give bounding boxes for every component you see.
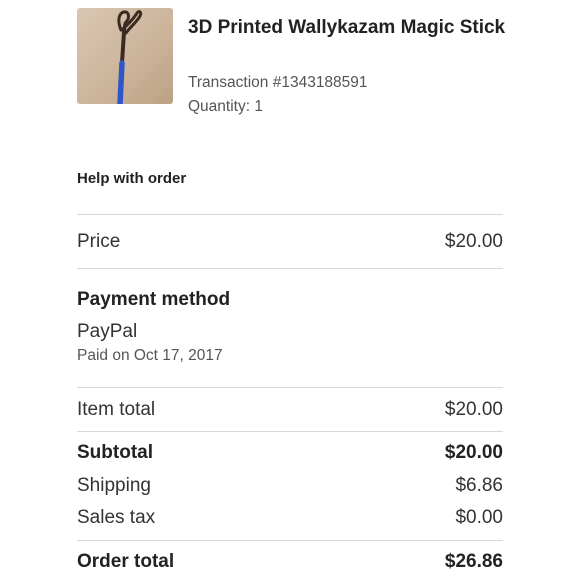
payment-method-value: PayPal (77, 321, 138, 342)
divider (77, 431, 503, 432)
sales-tax-value: $0.00 (455, 507, 503, 528)
shipping-value: $6.86 (455, 475, 503, 496)
subtotal-value: $20.00 (444, 442, 503, 463)
subtotal-row: Subtotal $20.00 (77, 440, 503, 466)
sales-tax-label: Sales tax (77, 507, 156, 528)
help-with-order-link[interactable]: Help with order (77, 170, 186, 187)
subtotal-label: Subtotal (77, 442, 153, 463)
transaction-number: Transaction #1343188591 (188, 74, 368, 91)
divider (77, 268, 503, 269)
order-total-label: Order total (77, 551, 175, 572)
order-total-value: $26.86 (444, 551, 503, 572)
order-total-row: Order total $26.86 (77, 549, 503, 575)
product-summary: 3D Printed Wallykazam Magic Stick Transa… (77, 8, 508, 115)
product-image[interactable] (77, 8, 173, 104)
quantity: Quantity: 1 (188, 98, 263, 115)
price-label: Price (77, 231, 121, 252)
shipping-row: Shipping $6.86 (77, 473, 503, 499)
divider (77, 387, 503, 388)
sales-tax-row: Sales tax $0.00 (77, 505, 503, 531)
shipping-label: Shipping (77, 475, 151, 496)
divider (77, 214, 503, 215)
price-row: Price $20.00 (77, 229, 503, 255)
item-total-label: Item total (77, 399, 156, 420)
divider (77, 540, 503, 541)
price-value: $20.00 (444, 231, 503, 252)
payment-method-heading: Payment method (77, 289, 231, 310)
magic-stick-icon (117, 10, 143, 104)
item-total-value: $20.00 (444, 399, 503, 420)
paid-on-date: Paid on Oct 17, 2017 (77, 347, 223, 364)
product-title[interactable]: 3D Printed Wallykazam Magic Stick (188, 14, 508, 41)
item-total-row: Item total $20.00 (77, 397, 503, 423)
